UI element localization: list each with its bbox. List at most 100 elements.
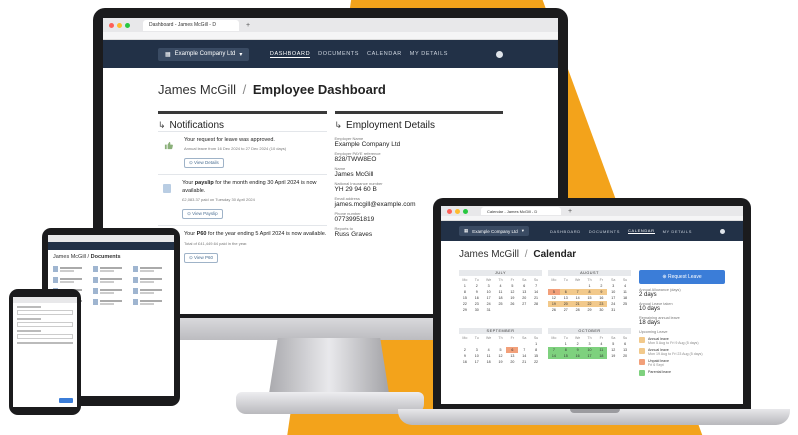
building-icon: ▦ [464,228,469,233]
top-navbar: ▦ Example Company Ltd ▾ DASHBOARD DOCUME… [441,221,743,241]
calendar-day[interactable]: 16 [571,352,584,359]
calendar-day[interactable]: 26 [548,307,560,313]
notifications-heading-text: Notifications [169,120,225,131]
browser-tab[interactable]: Calendar - James McGill - D [481,207,561,215]
calendar-day[interactable]: 22 [530,359,542,365]
document-tile[interactable] [53,266,89,272]
month-header[interactable]: OCTOBER [548,327,631,334]
calendar-day[interactable]: 18 [483,359,495,365]
phone-submit-button[interactable] [59,398,73,403]
calendar-day[interactable]: 21 [518,359,530,365]
leave-item[interactable]: Annual leave Mon 19 Aug to Fri 23 Aug (5 … [639,348,725,356]
new-tab-button[interactable]: + [568,208,572,215]
company-name: Example Company Ltd [174,51,236,57]
notification-title: Your P60 for the year ending 5 April 202… [184,231,327,238]
browser-tab[interactable]: Dashboard - James McGill - D [143,19,239,31]
calendar-day[interactable]: 15 [559,352,572,359]
view-details-button[interactable]: ⊙ View Details [184,158,224,169]
leave-item[interactable]: Annual leave Mon 5 Aug to Fri 9 Aug (5 da… [639,337,725,345]
leave-item[interactable]: Parental leave [639,370,725,376]
nav-calendar[interactable]: CALENDAR [367,51,402,57]
month-header[interactable]: SEPTEMBER [459,327,542,334]
upcoming-leave-label: Upcoming Leave [639,330,668,334]
leave-item[interactable]: Unpaid leave Fri 6 Sept [639,359,725,367]
calendar-day[interactable]: 25 [619,301,631,307]
company-selector[interactable]: ▦ Example Company Ltd ▾ [459,226,530,236]
minimize-window-dot[interactable] [455,208,460,214]
title-page-name: Employee Dashboard [252,82,386,97]
page-title: James McGill / Calendar [459,249,725,260]
month-header[interactable]: AUGUST [548,270,631,276]
calendar-day[interactable]: 29 [459,307,471,313]
nav-calendar[interactable]: CALENDAR [627,228,655,234]
nav-dashboard[interactable]: DASHBOARD [550,229,581,234]
calendar-day[interactable]: 18 [595,352,608,359]
calendar-day[interactable]: 19 [607,353,619,359]
nav-documents[interactable]: DOCUMENTS [318,51,359,57]
month-days: Mo Tu We Th Fr Sa Su 1 2 3 4 5 6 7 8 9 10 11 12 13 14 15 16 17 1… [459,335,542,365]
monitor-stand [268,338,390,400]
document-tile[interactable] [93,277,129,283]
new-tab-button[interactable]: + [246,22,250,29]
calendar-page: James McGill / Calendar JULY Mo Tu We Th Fr S… [441,241,743,376]
nav-my-details[interactable]: MY DETAILS [663,229,692,234]
company-selector[interactable]: ▦ Example Company Ltd ▾ [158,47,250,61]
calendar-day[interactable]: 26 [506,301,518,307]
user-account-icon[interactable] [720,228,725,234]
document-tile[interactable] [93,288,129,294]
employment-heading-text: Employment Details [346,120,435,131]
maximize-window-dot[interactable] [125,22,130,28]
close-window-dot[interactable] [109,22,114,28]
document-tile[interactable] [93,266,129,272]
document-tile[interactable] [133,299,169,305]
address-bar[interactable] [103,32,558,40]
chevron-down-icon: ▾ [239,51,243,58]
nav-links: DASHBOARD DOCUMENTS CALENDAR MY DETAILS [550,228,725,234]
month-header[interactable]: JULY [459,270,542,276]
calendar-day[interactable]: 30 [471,307,483,313]
calendar-day[interactable]: 14 [548,352,560,359]
calendar-day[interactable]: 28 [572,307,584,313]
month-days: Mo Tu We Th Fr Sa Su 1 2 3 4 5 6 7 8 9 10 11 12 13 14 15 16 17 1… [548,277,631,313]
notification-subtext: Annual leave from 16 Dec 2024 to 27 Dec … [184,146,287,152]
nav-documents[interactable]: DOCUMENTS [589,229,620,234]
laptop-screen: Calendar - James McGill - D + ▦ Example … [441,206,743,404]
calendar-day[interactable]: 20 [506,359,518,365]
document-tile[interactable] [133,288,169,294]
calendar-day[interactable]: 30 [595,307,607,313]
calendar-day[interactable]: 31 [607,307,619,313]
phone-form-field[interactable] [17,334,73,339]
calendar-day[interactable]: 25 [495,301,507,307]
user-account-icon[interactable] [496,50,503,58]
nav-my-details[interactable]: MY DETAILS [410,51,448,57]
calendar-day[interactable]: 17 [583,352,596,359]
calendar-day[interactable]: 17 [471,359,483,365]
calendar-months: JULY Mo Tu We Th Fr Sa Su 1 2 3 4 5 6 7 8 9 10 11 12 13 14 15… [459,270,631,376]
calendar-day[interactable]: 28 [530,301,542,307]
document-tile[interactable] [133,266,169,272]
calendar-day[interactable]: 31 [483,307,495,313]
document-tile[interactable] [93,299,129,305]
calendar-day[interactable]: 16 [459,359,471,365]
document-tile[interactable] [53,277,89,283]
calendar-day[interactable]: 27 [560,307,572,313]
maximize-window-dot[interactable] [463,208,468,214]
document-icon [93,266,98,272]
document-tile[interactable] [133,277,169,283]
calendar-day[interactable]: 20 [619,353,631,359]
phone [9,289,81,415]
calendar-day[interactable]: 19 [495,359,507,365]
view-p60-button[interactable]: ⊙ View P60 [184,252,218,263]
phone-form-field[interactable] [17,310,73,315]
view-payslip-button[interactable]: ⊙ View Payslip [182,209,223,220]
close-window-dot[interactable] [447,208,452,214]
notification-title: Your request for leave was approved. [184,137,275,143]
calendar-day[interactable]: 27 [518,301,530,307]
calendar-day[interactable]: 29 [584,307,596,313]
nav-dashboard[interactable]: DASHBOARD [269,51,311,58]
notifications-heading: ↳ Notifications [158,111,327,131]
request-leave-button[interactable]: ⊕ Request Leave [639,270,725,284]
minimize-window-dot[interactable] [117,22,122,28]
title-user-name: James McGill [459,249,520,260]
phone-form-field[interactable] [17,322,73,327]
